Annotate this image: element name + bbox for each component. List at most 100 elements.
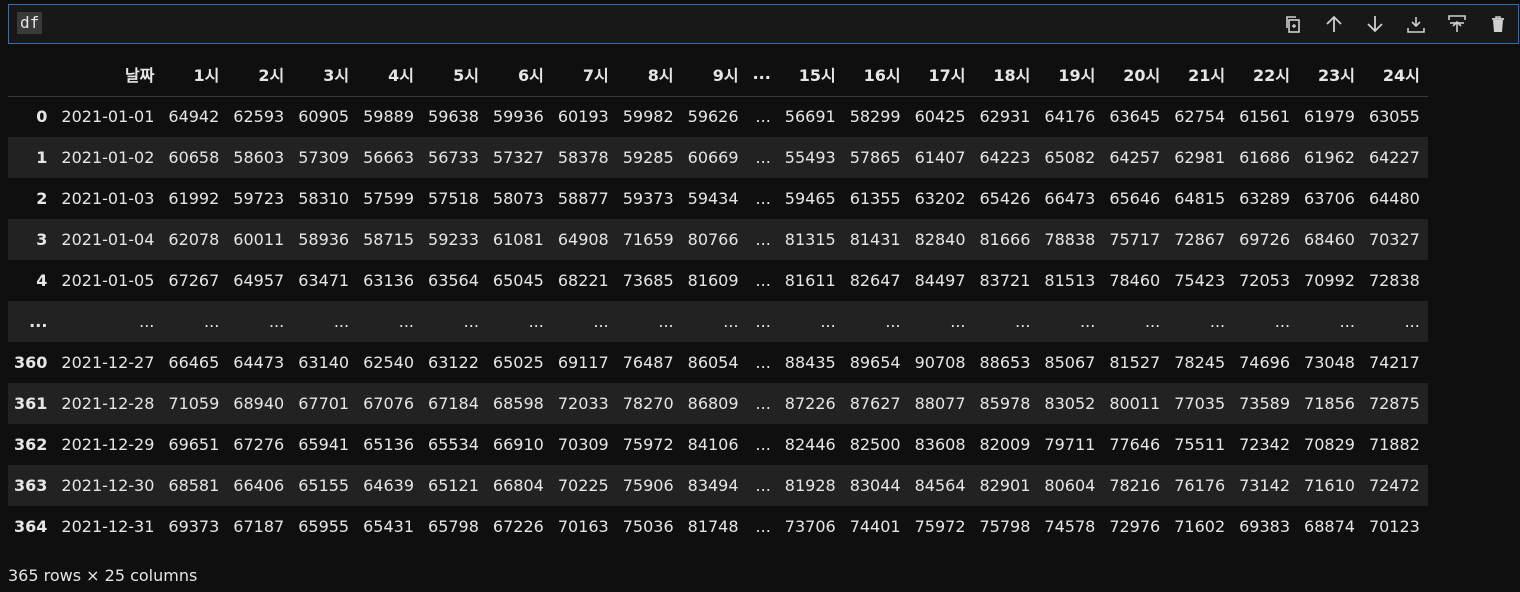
table-cell: ... (1144, 312, 1161, 331)
move-down-button[interactable] (1354, 5, 1395, 43)
table-cell: 75906 (622, 476, 674, 495)
delete-button[interactable] (1477, 5, 1518, 43)
table-cell: 63471 (298, 271, 350, 290)
table-cell: 81315 (784, 230, 836, 249)
table-cell: ... (755, 353, 771, 372)
table-cell: 68221 (557, 271, 609, 290)
table-cell: ... (658, 312, 674, 331)
table-cell: ... (1404, 312, 1420, 331)
table-cell: 65534 (428, 435, 479, 454)
row-index: 362 (14, 435, 48, 454)
table-cell: 58378 (557, 148, 609, 167)
table-cell: 59936 (492, 107, 544, 127)
column-header: 날짜 (55, 52, 163, 97)
table-cell: 58603 (233, 148, 285, 167)
move-up-button[interactable] (1313, 5, 1354, 43)
row-index: ... (29, 312, 48, 331)
table-cell: 61407 (914, 148, 966, 167)
table-cell: 59723 (233, 189, 285, 208)
table-cell: 72867 (1174, 230, 1226, 249)
table-cell: 60425 (914, 107, 966, 127)
table-cell: 72976 (1109, 517, 1161, 536)
table-cell: 82500 (849, 435, 901, 454)
table-cell: ... (755, 435, 771, 454)
table-cell: 59638 (428, 107, 479, 127)
table-cell: 83494 (687, 476, 739, 495)
table-cell: 61355 (849, 189, 901, 208)
table-cell: 77646 (1109, 435, 1161, 454)
table-cell: 83044 (849, 476, 901, 495)
table-cell: 71856 (1304, 394, 1355, 413)
table-cell: 81928 (784, 476, 836, 495)
code-editor[interactable]: df (17, 12, 43, 34)
table-cell: 59889 (363, 107, 415, 127)
table-cell: ... (333, 312, 350, 331)
dataframe-shape: 365 rows × 25 columns (8, 566, 198, 585)
table-cell: 66406 (233, 476, 285, 495)
cell-toolbar (1272, 5, 1518, 43)
table-row: ........................................… (8, 301, 1428, 342)
table-cell: ... (755, 394, 771, 413)
table-cell: 71882 (1368, 435, 1420, 454)
column-header: 5시 (422, 52, 487, 97)
table-cell: 73048 (1304, 353, 1355, 372)
table-cell: 83052 (1044, 394, 1096, 413)
column-header: 8시 (616, 52, 682, 97)
table-cell: 88077 (914, 394, 966, 413)
table-cell: 66465 (168, 353, 220, 372)
table-cell: 69383 (1239, 517, 1291, 536)
table-row: 363 2021-12-30 68581 66406 65155 64639 65121 66… (8, 465, 1428, 506)
insert-below-button[interactable] (1395, 5, 1436, 43)
copy-button[interactable] (1272, 5, 1313, 43)
table-cell: 71659 (622, 230, 674, 249)
column-header: 3시 (292, 52, 358, 97)
table-cell: 82446 (784, 435, 836, 454)
table-cell: 64957 (233, 271, 285, 290)
row-index: 0 (36, 107, 48, 127)
code-cell[interactable]: df (8, 4, 1519, 44)
table-row: 4 2021-01-05 67267 64957 63471 63136 63564 6504… (8, 260, 1428, 301)
table-cell: 72472 (1368, 476, 1420, 495)
index-header (8, 52, 56, 97)
table-cell: 64639 (363, 476, 415, 495)
table-cell: ... (755, 189, 771, 208)
table-cell: 82901 (979, 476, 1031, 495)
arrow-down-icon (1366, 16, 1383, 33)
table-cell: 83608 (914, 435, 966, 454)
table-cell: 74578 (1044, 517, 1096, 536)
table-cell: 68874 (1304, 517, 1355, 536)
table-cell: 65121 (428, 476, 479, 495)
table-row: 3 2021-01-04 62078 60011 58936 58715 59233 6108… (8, 219, 1428, 260)
table-cell: 75036 (622, 517, 674, 536)
table-cell: 60905 (298, 107, 350, 127)
table-cell: 74401 (849, 517, 901, 536)
table-cell: 68940 (233, 394, 285, 413)
table-cell: ... (755, 476, 771, 495)
row-index: 360 (14, 353, 48, 372)
table-header-row: 날짜 1시 2시 3시 4시 5시 6시 7시 8시 9시... 15시 16시 17시 18시 19시 20… (8, 52, 1428, 97)
table-cell: 60669 (687, 148, 739, 167)
column-header: 20시 (1103, 52, 1169, 97)
table-cell: 64257 (1109, 148, 1161, 167)
table-cell: 71059 (168, 394, 220, 413)
table-cell: 61561 (1239, 107, 1291, 127)
table-cell: 65426 (979, 189, 1031, 208)
column-header: 24시 (1362, 52, 1428, 97)
table-cell: ... (1274, 312, 1291, 331)
table-cell: 59465 (784, 189, 836, 208)
table-cell: 65025 (492, 353, 544, 372)
table-cell: 76176 (1174, 476, 1226, 495)
table-cell: 68581 (168, 476, 220, 495)
table-cell: ... (755, 271, 771, 290)
insert-above-button[interactable] (1436, 5, 1477, 43)
table-cell: 61081 (492, 230, 544, 249)
table-cell: ... (139, 312, 155, 331)
table-cell: 65431 (363, 517, 415, 536)
table-cell: 2021-12-28 (61, 394, 155, 413)
row-index: 1 (36, 148, 48, 167)
table-cell: 65136 (363, 435, 415, 454)
table-cell: 61992 (168, 189, 220, 208)
table-cell: 63122 (428, 353, 479, 372)
table-cell: 59626 (687, 107, 739, 127)
row-index: 363 (14, 476, 48, 495)
